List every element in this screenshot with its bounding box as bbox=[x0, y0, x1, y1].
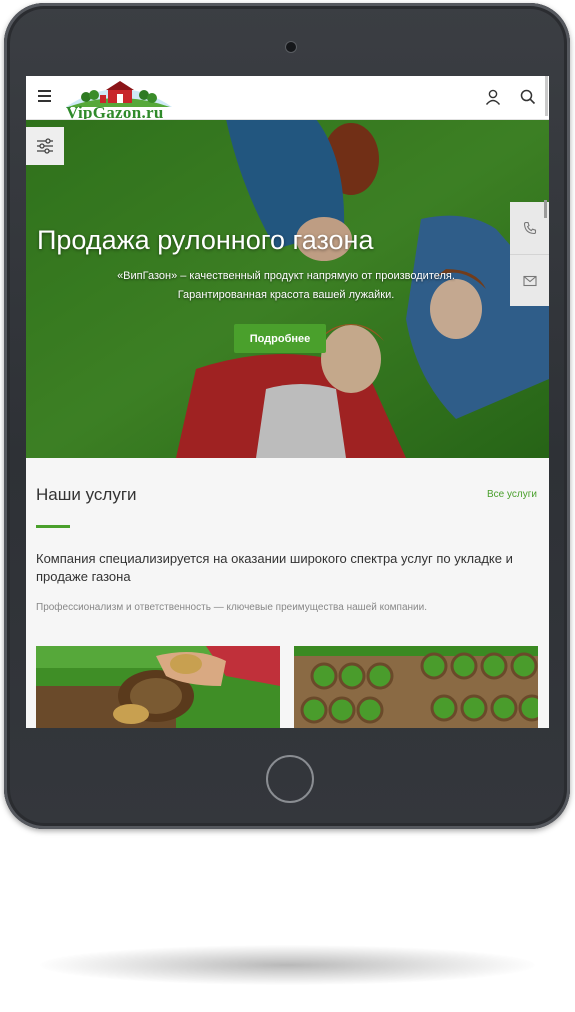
device-screen: VipGazon.ru Продажа рулонного газона «Ви… bbox=[26, 76, 549, 728]
phone-icon bbox=[523, 221, 536, 235]
service-image-rolls bbox=[294, 646, 538, 728]
search-icon[interactable] bbox=[519, 88, 537, 106]
home-button[interactable] bbox=[266, 755, 314, 803]
user-icon[interactable] bbox=[484, 88, 502, 106]
mail-icon bbox=[522, 275, 537, 287]
logo-text: VipGazon.ru bbox=[66, 103, 164, 119]
filter-button[interactable] bbox=[26, 127, 64, 165]
hamburger-icon[interactable] bbox=[38, 90, 51, 102]
scrollbar-thumb[interactable] bbox=[545, 76, 548, 116]
camera-dot bbox=[286, 42, 296, 52]
site-header: VipGazon.ru bbox=[26, 76, 549, 120]
service-image-laying bbox=[36, 646, 280, 728]
section-underline bbox=[36, 525, 70, 528]
sliders-icon bbox=[37, 138, 53, 154]
services-note: Профессионализм и ответственность — ключ… bbox=[36, 602, 427, 613]
service-card-laying[interactable] bbox=[36, 646, 280, 728]
service-card-rolls[interactable] bbox=[294, 646, 538, 728]
device-shadow bbox=[40, 945, 535, 985]
site-logo[interactable]: VipGazon.ru bbox=[64, 77, 174, 119]
mail-button[interactable] bbox=[510, 255, 549, 307]
all-services-link[interactable]: Все услуги bbox=[487, 489, 537, 500]
hero-text-line2: Гарантированная красота вашей лужайки. bbox=[177, 289, 395, 301]
more-button[interactable]: Подробнее bbox=[234, 324, 326, 353]
hero-banner: Продажа рулонного газона «ВипГазон» – ка… bbox=[26, 119, 549, 458]
hero-text-line1: «ВипГазон» – качественный продукт напрям… bbox=[117, 270, 455, 282]
services-title: Наши услуги bbox=[36, 485, 137, 504]
services-description: Компания специализируется на оказании ши… bbox=[36, 551, 513, 584]
hero-title: Продажа рулонного газона bbox=[37, 225, 374, 255]
side-scroll-indicator bbox=[544, 200, 547, 218]
